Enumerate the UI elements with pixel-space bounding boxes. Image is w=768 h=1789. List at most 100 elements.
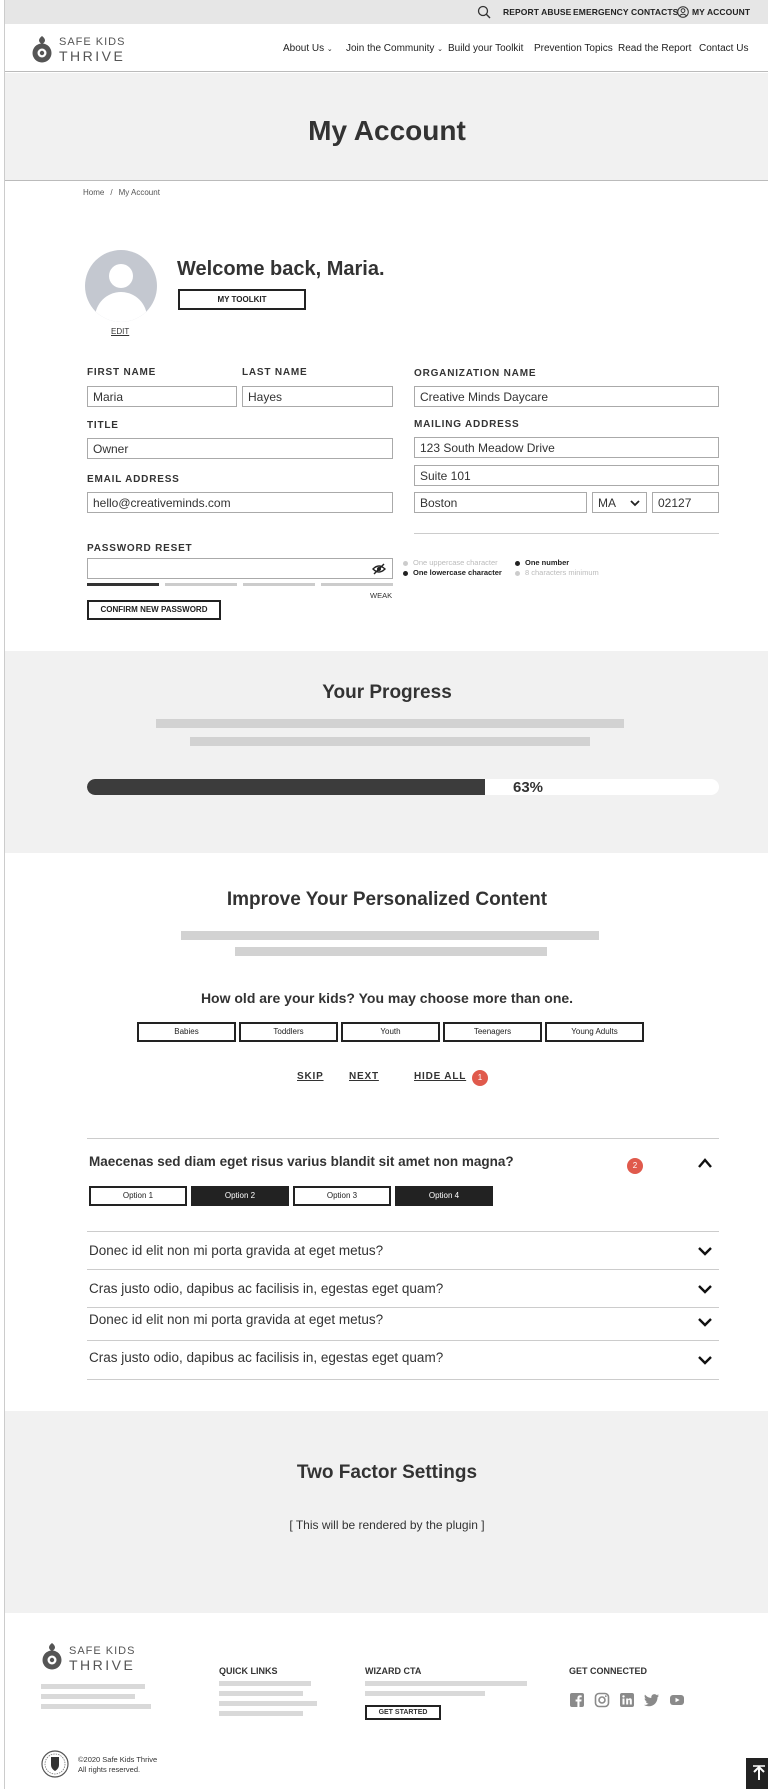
search-icon[interactable] bbox=[477, 5, 491, 19]
placeholder-text-bar bbox=[156, 719, 624, 728]
progress-title: Your Progress bbox=[322, 682, 452, 703]
placeholder-text-bar bbox=[41, 1684, 145, 1689]
footer-logo-line2: THRIVE bbox=[69, 1657, 136, 1673]
option-4[interactable]: Option 4 bbox=[395, 1186, 493, 1206]
my-account-link[interactable]: MY ACCOUNT bbox=[692, 7, 750, 17]
first-name-field[interactable]: Maria bbox=[87, 386, 237, 407]
logo-text-line2: THRIVE bbox=[59, 48, 126, 64]
rule-lowercase: One lowercase character bbox=[403, 568, 502, 577]
my-toolkit-button[interactable]: MY TOOLKIT bbox=[178, 289, 306, 310]
nav-community[interactable]: Join the Community ⌄ bbox=[346, 43, 443, 54]
age-option-youth[interactable]: Youth bbox=[341, 1022, 440, 1042]
personalize-title: Improve Your Personalized Content bbox=[226, 889, 548, 910]
twitter-icon[interactable] bbox=[644, 1692, 660, 1708]
breadcrumb-home[interactable]: Home bbox=[83, 188, 104, 197]
placeholder-text-bar bbox=[190, 737, 590, 746]
age-question: How old are your kids? You may choose mo… bbox=[200, 990, 574, 1006]
strength-segment-2 bbox=[165, 583, 237, 586]
placeholder-link-bar bbox=[219, 1701, 317, 1706]
email-label: EMAIL ADDRESS bbox=[87, 474, 180, 485]
hide-all-link[interactable]: HIDE ALL bbox=[414, 1071, 466, 1082]
rule-dot bbox=[403, 560, 408, 566]
footer-logo[interactable]: SAFE KIDS THRIVE bbox=[41, 1641, 141, 1675]
rule-uppercase: One uppercase character bbox=[403, 558, 498, 567]
skip-link[interactable]: SKIP bbox=[297, 1071, 324, 1082]
nav-toolkit[interactable]: Build your Toolkit bbox=[448, 43, 523, 54]
chevron-down-icon[interactable] bbox=[697, 1283, 713, 1295]
password-field[interactable] bbox=[87, 558, 393, 579]
confirm-password-button[interactable]: CONFIRM NEW PASSWORD bbox=[87, 600, 221, 620]
linkedin-icon[interactable] bbox=[619, 1692, 635, 1708]
zip-field[interactable]: 02127 bbox=[652, 492, 719, 513]
instagram-icon[interactable] bbox=[594, 1692, 610, 1708]
accordion-divider bbox=[87, 1307, 719, 1308]
two-factor-section bbox=[5, 1411, 768, 1613]
rule-dot bbox=[515, 560, 520, 566]
accordion-question[interactable]: Donec id elit non mi porta gravida at eg… bbox=[89, 1312, 383, 1327]
placeholder-text-bar bbox=[365, 1681, 527, 1686]
avatar-body bbox=[95, 292, 147, 322]
option-2[interactable]: Option 2 bbox=[191, 1186, 289, 1206]
age-option-babies[interactable]: Babies bbox=[137, 1022, 236, 1042]
last-name-label: LAST NAME bbox=[242, 367, 308, 378]
option-1[interactable]: Option 1 bbox=[89, 1186, 187, 1206]
chevron-down-icon[interactable] bbox=[697, 1245, 713, 1257]
rule-dot bbox=[515, 570, 520, 576]
rule-min-length: 8 characters minimum bbox=[515, 568, 599, 577]
accordion-question[interactable]: Donec id elit non mi porta gravida at eg… bbox=[89, 1243, 383, 1258]
option-3[interactable]: Option 3 bbox=[293, 1186, 391, 1206]
two-factor-placeholder: [ This will be rendered by the plugin ] bbox=[289, 1518, 485, 1532]
site-header: SAFE KIDS THRIVE About Us ⌄ Join the Com… bbox=[5, 24, 768, 72]
nav-about[interactable]: About Us ⌄ bbox=[283, 43, 333, 54]
next-link[interactable]: NEXT bbox=[349, 1071, 379, 1082]
breadcrumb-separator: / bbox=[110, 188, 113, 197]
accordion-question[interactable]: Cras justo odio, dapibus ac facilisis in… bbox=[89, 1281, 443, 1296]
youtube-icon[interactable] bbox=[669, 1692, 685, 1708]
rule-number: One number bbox=[515, 558, 569, 567]
title-label: TITLE bbox=[87, 420, 119, 431]
emergency-contacts-link[interactable]: EMERGENCY CONTACTS bbox=[573, 7, 678, 17]
address-line1-field[interactable]: 123 South Meadow Drive bbox=[414, 437, 719, 458]
report-abuse-link[interactable]: REPORT ABUSE bbox=[503, 7, 571, 17]
organization-field[interactable]: Creative Minds Daycare bbox=[414, 386, 719, 407]
strength-segment-4 bbox=[321, 583, 393, 586]
get-connected-heading: GET CONNECTED bbox=[569, 1666, 648, 1676]
quick-links-heading: QUICK LINKS bbox=[219, 1666, 278, 1676]
nav-community-label: Join the Community bbox=[346, 43, 435, 54]
chevron-down-icon: ⌄ bbox=[326, 46, 333, 53]
nav-report[interactable]: Read the Report bbox=[618, 43, 691, 54]
progress-bar bbox=[87, 779, 719, 795]
age-option-toddlers[interactable]: Toddlers bbox=[239, 1022, 338, 1042]
accordion-open-question[interactable]: Maecenas sed diam eget risus varius blan… bbox=[89, 1154, 514, 1169]
age-option-young-adults[interactable]: Young Adults bbox=[545, 1022, 644, 1042]
edit-avatar-link[interactable]: EDIT bbox=[111, 327, 129, 336]
page: REPORT ABUSE EMERGENCY CONTACTS MY ACCOU… bbox=[4, 0, 768, 1789]
page-title: My Account bbox=[308, 115, 466, 146]
page-hero: My Account bbox=[5, 73, 768, 181]
back-to-top-button[interactable] bbox=[746, 1758, 768, 1789]
age-option-teenagers[interactable]: Teenagers bbox=[443, 1022, 542, 1042]
get-started-button[interactable]: GET STARTED bbox=[365, 1705, 441, 1720]
facebook-icon[interactable] bbox=[569, 1692, 585, 1708]
nav-contact[interactable]: Contact Us bbox=[699, 43, 748, 54]
title-field[interactable]: Owner bbox=[87, 438, 393, 459]
email-field[interactable]: hello@creativeminds.com bbox=[87, 492, 393, 513]
accordion-question[interactable]: Cras justo odio, dapibus ac facilisis in… bbox=[89, 1350, 443, 1365]
placeholder-text-bar bbox=[365, 1691, 485, 1696]
welcome-heading: Welcome back, Maria. bbox=[177, 258, 385, 280]
breadcrumb: Home / My Account bbox=[83, 188, 166, 197]
nav-prevention[interactable]: Prevention Topics bbox=[534, 43, 613, 54]
eye-slash-icon[interactable] bbox=[372, 563, 386, 575]
chevron-down-icon[interactable] bbox=[697, 1316, 713, 1328]
chevron-up-icon[interactable] bbox=[697, 1157, 713, 1169]
accordion-divider bbox=[87, 1269, 719, 1270]
state-select[interactable]: MA bbox=[592, 492, 647, 513]
chevron-down-icon[interactable] bbox=[697, 1354, 713, 1366]
last-name-field[interactable]: Hayes bbox=[242, 386, 393, 407]
two-factor-title: Two Factor Settings bbox=[296, 1462, 478, 1483]
avatar-head bbox=[109, 264, 133, 288]
site-logo[interactable]: SAFE KIDS THRIVE bbox=[29, 32, 129, 66]
address-line2-field[interactable]: Suite 101 bbox=[414, 465, 719, 486]
logo-mark-icon bbox=[32, 36, 52, 63]
city-field[interactable]: Boston bbox=[414, 492, 587, 513]
